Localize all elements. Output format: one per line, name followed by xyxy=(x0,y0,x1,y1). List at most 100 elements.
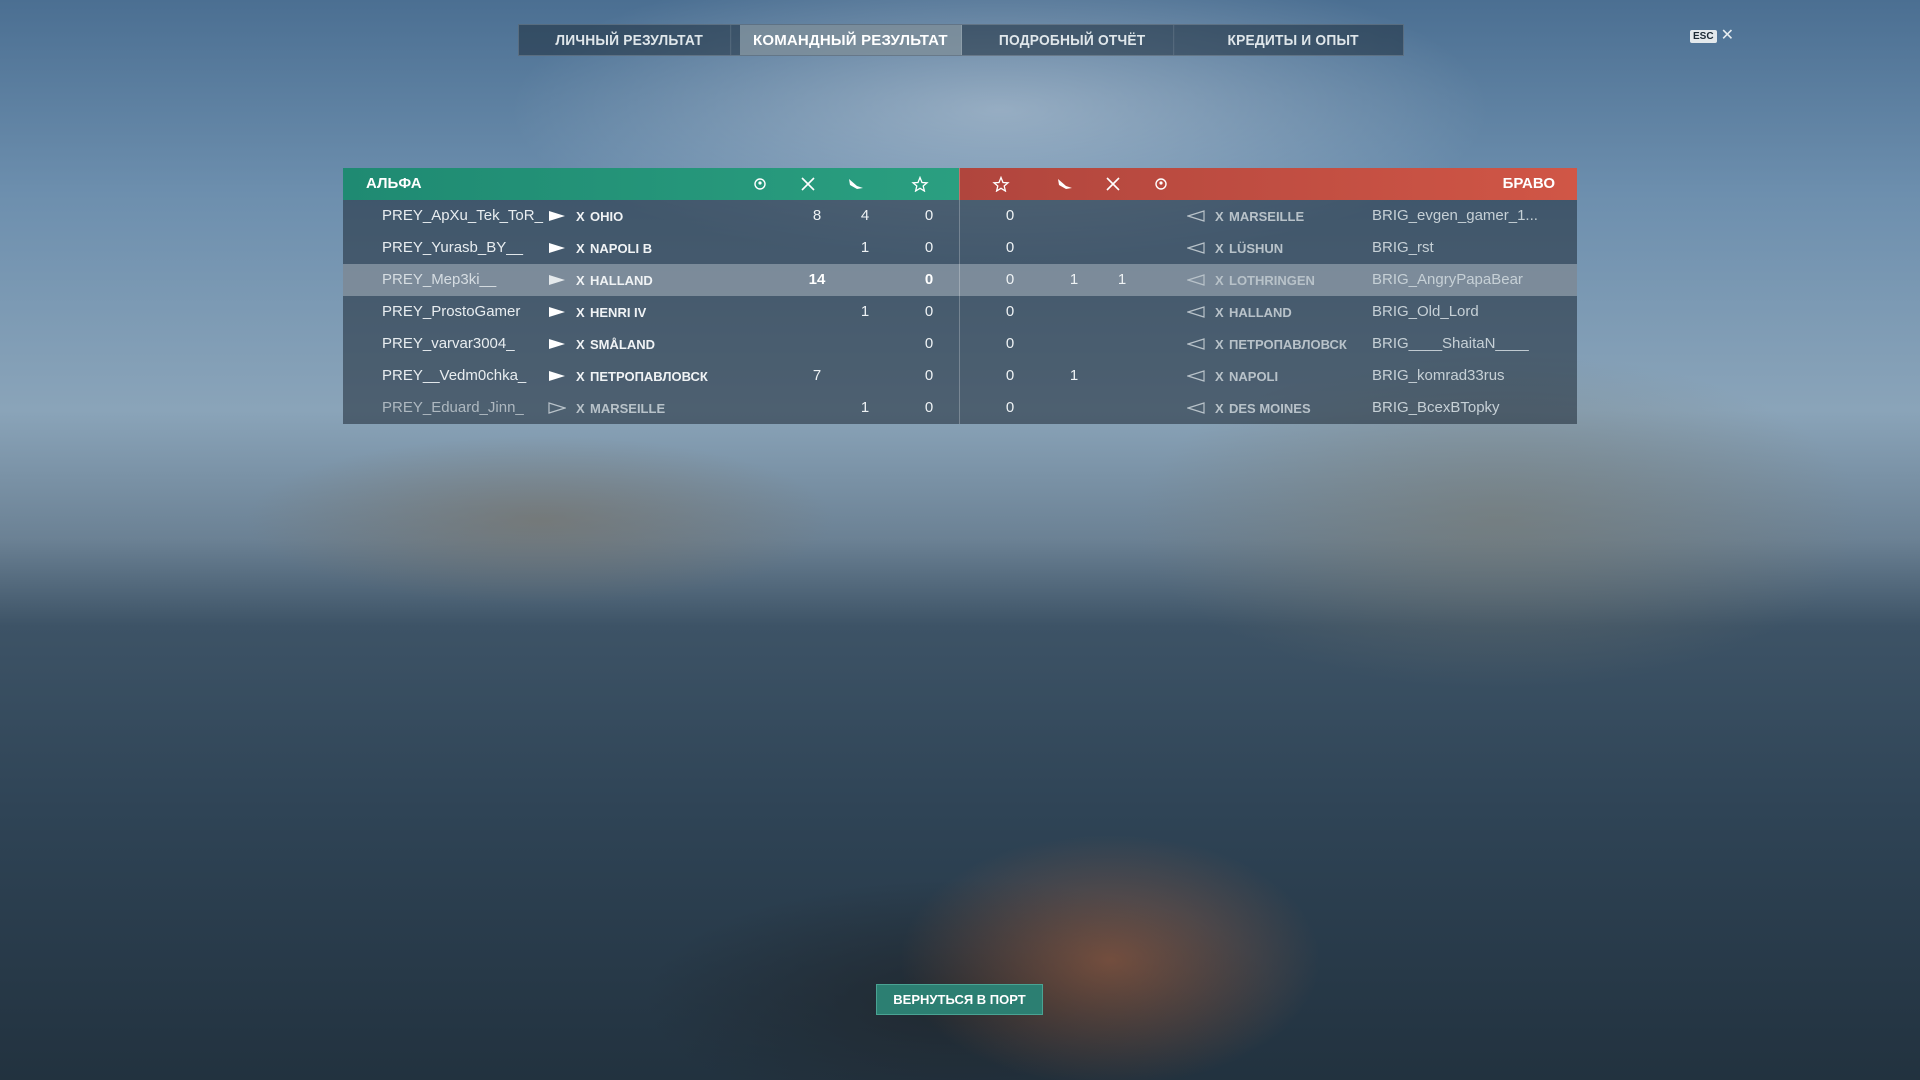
ship-class-icon xyxy=(549,339,565,349)
ship-class-icon xyxy=(549,243,565,253)
table-row[interactable]: PREY_ApXu_Tek_ToR_ X OHIO 8 4 0 0 X MARS… xyxy=(343,200,1577,232)
alpha-ship-name: SMÅLAND xyxy=(590,337,655,352)
bravo-player-name: BRIG_evgen_gamer_1... xyxy=(1372,207,1538,224)
crossed-swords-icon xyxy=(1106,177,1120,191)
crossed-swords-icon xyxy=(801,177,815,191)
tab-credits-and-xp[interactable]: КРЕДИТЫ И ОПЫТ xyxy=(1192,25,1395,55)
bravo-score: 0 xyxy=(1005,271,1015,288)
tab-team-result[interactable]: КОМАНДНЫЙ РЕЗУЛЬТАТ xyxy=(740,25,962,55)
alpha-ship-tier: X xyxy=(576,273,585,288)
alpha-score: 0 xyxy=(924,303,934,320)
bravo-player-name: BRIG_Old_Lord xyxy=(1372,303,1479,320)
bravo-score: 0 xyxy=(1005,239,1015,256)
bravo-planes: 1 xyxy=(1069,271,1079,288)
ship-class-icon xyxy=(549,307,565,317)
bravo-ship-name: ПЕТРОПАВЛОВСК xyxy=(1229,337,1347,352)
alpha-score: 0 xyxy=(924,335,934,352)
bravo-ship-name: HALLAND xyxy=(1229,305,1292,320)
plane-icon xyxy=(849,179,863,189)
alpha-ship-tier: X xyxy=(576,209,585,224)
alpha-player-name: PREY__Vedm0chka_ xyxy=(382,367,527,384)
bravo-player-name: BRIG_rst xyxy=(1372,239,1434,256)
table-row[interactable]: PREY_Eduard_Jinn_ X MARSEILLE 1 0 0 X DE… xyxy=(343,392,1577,424)
bravo-ship-tier: X xyxy=(1215,401,1224,416)
ship-class-icon xyxy=(548,402,566,414)
ship-class-icon xyxy=(1187,306,1205,318)
alpha-ship-name: MARSEILLE xyxy=(590,401,666,416)
laurel-wreath-icon xyxy=(1155,178,1167,190)
alpha-ship-tier: X xyxy=(576,337,585,352)
alpha-ship-tier: X xyxy=(576,369,585,384)
ship-class-icon xyxy=(1187,274,1205,286)
alpha-score: 0 xyxy=(924,207,934,224)
table-row[interactable]: PREY__Vedm0chka_ X ПЕТРОПАВЛОВСК 7 0 0 1… xyxy=(343,360,1577,392)
laurel-wreath-icon xyxy=(754,178,766,190)
player-rows: PREY_ApXu_Tek_ToR_ X OHIO 8 4 0 0 X MARS… xyxy=(343,200,1577,424)
team-scoreboard: АЛЬФА БРАВО PREY_ApXu_Tek_ToR_ X OHIO 8 … xyxy=(343,168,1577,424)
alpha-team-header: АЛЬФА xyxy=(343,168,959,200)
bravo-ship-tier: X xyxy=(1215,369,1224,384)
bravo-score: 0 xyxy=(1005,335,1015,352)
alpha-ship-name: HENRI IV xyxy=(590,305,647,320)
bravo-score: 0 xyxy=(1005,303,1015,320)
results-tabs: ЛИЧНЫЙ РЕЗУЛЬТАТ КОМАНДНЫЙ РЕЗУЛЬТАТ ПОД… xyxy=(518,24,1404,56)
tab-personal-result[interactable]: ЛИЧНЫЙ РЕЗУЛЬТАТ xyxy=(528,25,732,55)
alpha-kills: 8 xyxy=(812,207,822,224)
alpha-player-name: PREY_ApXu_Tek_ToR_ xyxy=(382,207,543,224)
ship-class-icon xyxy=(1187,242,1205,254)
table-row[interactable]: PREY_ProstoGamer X HENRI IV 1 0 0 X HALL… xyxy=(343,296,1577,328)
alpha-team-name: АЛЬФА xyxy=(366,175,422,192)
alpha-player-name: PREY_Eduard_Jinn_ xyxy=(382,399,524,416)
bravo-ship-name: NAPOLI xyxy=(1229,369,1279,384)
alpha-ship-name: HALLAND xyxy=(590,273,653,288)
close-icon: ✕ xyxy=(1720,27,1734,44)
table-row[interactable]: PREY_Yurasb_BY__ X NAPOLI B 1 0 0 X LÜSH… xyxy=(343,232,1577,264)
bravo-player-name: BRIG_BcexBTopky xyxy=(1372,399,1500,416)
ship-class-icon xyxy=(549,275,565,285)
bravo-player-name: BRIG_komrad33rus xyxy=(1372,367,1505,384)
alpha-planes: 1 xyxy=(860,303,870,320)
alpha-ship-name: NAPOLI B xyxy=(590,241,653,256)
bravo-ship-name: LOTHRINGEN xyxy=(1229,273,1315,288)
alpha-player-name: PREY_Yurasb_BY__ xyxy=(382,239,523,256)
bravo-ship-name: MARSEILLE xyxy=(1229,209,1305,224)
ship-class-icon xyxy=(1187,338,1205,350)
alpha-planes: 1 xyxy=(860,239,870,256)
alpha-player-name: PREY_Mep3ki__ xyxy=(382,271,497,288)
close-button[interactable]: ESC ✕ xyxy=(1690,28,1734,44)
bravo-score: 0 xyxy=(1005,207,1015,224)
bravo-ship-name: DES MOINES xyxy=(1229,401,1311,416)
alpha-kills: 7 xyxy=(812,367,822,384)
alpha-score: 0 xyxy=(924,239,934,256)
plane-icon xyxy=(1058,179,1072,189)
bravo-team-name: БРАВО xyxy=(1502,175,1555,192)
star-icon xyxy=(992,176,1010,192)
tab-detailed-report[interactable]: ПОДРОБНЫЙ ОТЧЁТ xyxy=(970,25,1174,55)
bravo-player-name: BRIG____ShaitaN____ xyxy=(1372,335,1529,352)
table-row-current-player[interactable]: PREY_Mep3ki__ X HALLAND 14 0 0 1 1 X LOT… xyxy=(343,264,1577,296)
ship-class-icon xyxy=(1187,402,1205,414)
alpha-ship-tier: X xyxy=(576,401,585,416)
return-to-port-button[interactable]: ВЕРНУТЬСЯ В ПОРТ xyxy=(876,984,1043,1015)
alpha-score: 0 xyxy=(924,399,934,416)
ship-class-icon xyxy=(1187,210,1205,222)
bravo-planes: 1 xyxy=(1069,367,1079,384)
alpha-planes: 4 xyxy=(860,207,870,224)
star-icon xyxy=(911,176,929,192)
alpha-score: 0 xyxy=(924,367,934,384)
alpha-ship-tier: X xyxy=(576,241,585,256)
bravo-ship-tier: X xyxy=(1215,305,1224,320)
table-row[interactable]: PREY_varvar3004_ X SMÅLAND 0 0 X ПЕТРОПА… xyxy=(343,328,1577,360)
bravo-ship-tier: X xyxy=(1215,241,1224,256)
ship-class-icon xyxy=(549,211,565,221)
team-divider xyxy=(959,168,960,424)
alpha-score: 0 xyxy=(924,271,934,288)
esc-key-label: ESC xyxy=(1690,29,1717,43)
ship-class-icon xyxy=(1187,370,1205,382)
bravo-score: 0 xyxy=(1005,399,1015,416)
alpha-ship-name: OHIO xyxy=(590,209,624,224)
bravo-ship-name: LÜSHUN xyxy=(1229,241,1284,256)
scoreboard-header: АЛЬФА БРАВО xyxy=(343,168,1577,200)
alpha-kills: 14 xyxy=(808,271,826,288)
bravo-team-header: БРАВО xyxy=(959,168,1577,200)
